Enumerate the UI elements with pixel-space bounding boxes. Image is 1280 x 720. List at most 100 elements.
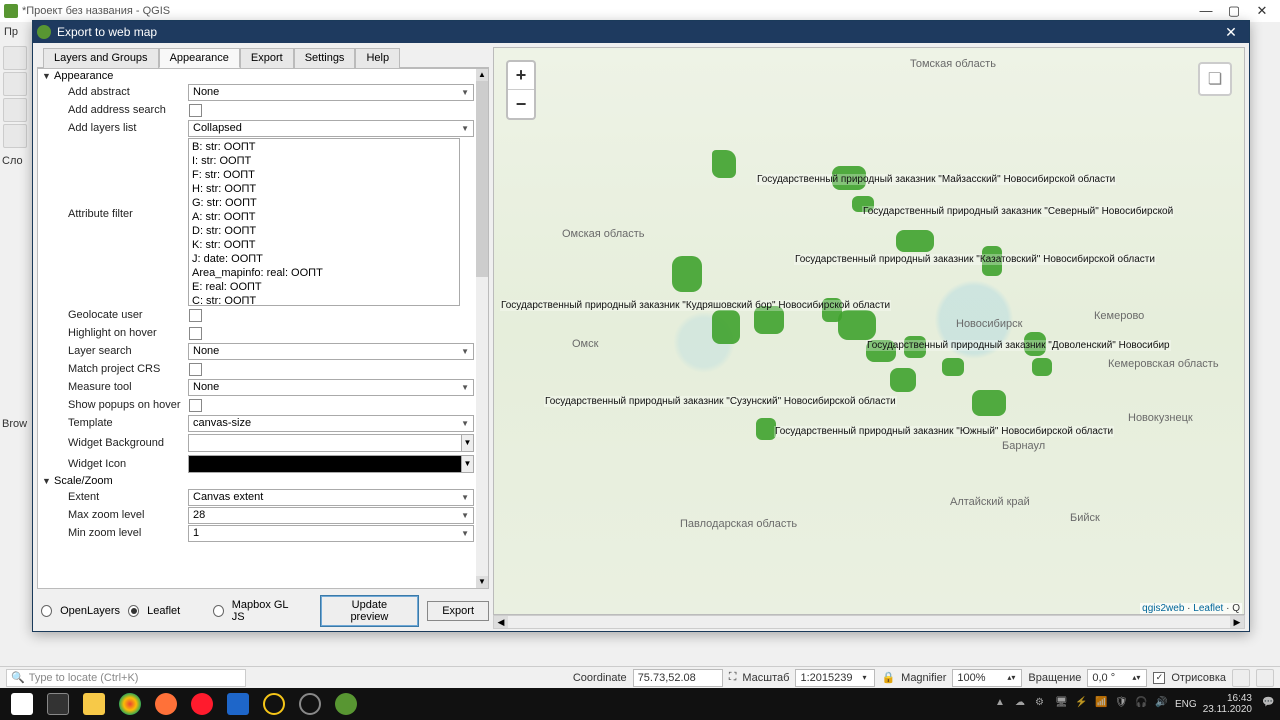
tray-icon[interactable]: 📶 (1095, 697, 1109, 711)
qgis-icon (37, 25, 51, 39)
scroll-down-icon[interactable]: ▼ (476, 576, 488, 588)
crs-button[interactable] (1232, 669, 1250, 687)
tray-icon[interactable]: 🎧 (1135, 697, 1149, 711)
dropdown-measure[interactable]: None▼ (188, 379, 474, 396)
tab-help[interactable]: Help (355, 48, 400, 68)
checkbox-add-address[interactable] (189, 104, 202, 117)
dropdown-template[interactable]: canvas-size▼ (188, 415, 474, 432)
tray-icon[interactable]: 🛡 (1115, 697, 1129, 711)
locator-input[interactable]: 🔍 Type to locate (Ctrl+K) (6, 669, 246, 687)
tab-settings[interactable]: Settings (294, 48, 356, 68)
tray-lang[interactable]: ENG (1175, 699, 1197, 710)
dropdown-add-abstract[interactable]: None▼ (188, 84, 474, 101)
start-button[interactable] (4, 690, 40, 718)
messages-button[interactable] (1256, 669, 1274, 687)
taskbar-app[interactable] (184, 690, 220, 718)
extents-icon[interactable]: ⛶ (729, 671, 737, 684)
list-item[interactable]: C: str: ООПТ (192, 294, 456, 308)
scroll-right-icon[interactable]: ▶ (1230, 616, 1244, 628)
scrollbar-thumb[interactable] (476, 69, 488, 277)
coordinate-field[interactable]: 75.73,52.08 (633, 669, 723, 687)
map-preview[interactable]: Томская область Омская область Омск Ново… (493, 47, 1245, 615)
dropdown-layer-search[interactable]: None▼ (188, 343, 474, 360)
list-item[interactable]: J: date: ООПТ (192, 252, 456, 266)
list-item[interactable]: I: str: ООПТ (192, 154, 456, 168)
list-item[interactable]: K: str: ООПТ (192, 238, 456, 252)
maximize-button[interactable]: ▢ (1220, 3, 1248, 19)
dropdown-min-zoom[interactable]: 1▼ (188, 525, 474, 542)
section-scale[interactable]: ▼ Scale/Zoom (38, 474, 488, 488)
tab-appearance[interactable]: Appearance (159, 48, 240, 68)
zoom-out-button[interactable]: − (508, 90, 534, 118)
lock-icon[interactable]: 🔒 (881, 671, 895, 684)
taskbar-app[interactable] (148, 690, 184, 718)
tool-button[interactable] (3, 98, 27, 122)
scroll-left-icon[interactable]: ◀ (494, 616, 508, 628)
taskbar-app[interactable] (220, 690, 256, 718)
dropdown-layers-list[interactable]: Collapsed▼ (188, 120, 474, 137)
map-feature (712, 150, 736, 178)
tray-icon[interactable]: ⚙ (1035, 697, 1049, 711)
tool-button[interactable] (3, 46, 27, 70)
radio-mapbox[interactable] (213, 605, 224, 617)
scale-field[interactable]: 1:2015239▾ (795, 669, 875, 687)
list-item[interactable]: B: str: ООПТ (192, 140, 456, 154)
tray-icon[interactable]: ☁ (1015, 697, 1029, 711)
list-item[interactable]: Area_mapinfo: real: ООПТ (192, 266, 456, 280)
dialog-titlebar[interactable]: Export to web map ✕ (33, 21, 1249, 43)
taskview-button[interactable] (40, 690, 76, 718)
checkbox-geolocate[interactable] (189, 309, 202, 322)
tray-icon[interactable]: 🔊 (1155, 697, 1169, 711)
list-item[interactable]: H: str: ООПТ (192, 182, 456, 196)
scroll-up-icon[interactable]: ▲ (476, 69, 488, 81)
radio-openlayers[interactable] (41, 605, 52, 617)
color-widget-bg[interactable]: ▼ (188, 434, 474, 452)
checkbox-popups[interactable] (189, 399, 202, 412)
dropdown-extent[interactable]: Canvas extent▼ (188, 489, 474, 506)
attrib-link[interactable]: Leaflet (1193, 603, 1223, 614)
locator-placeholder: Type to locate (Ctrl+K) (29, 672, 139, 684)
close-icon[interactable]: ✕ (1217, 24, 1245, 41)
list-item[interactable]: E: real: ООПТ (192, 280, 456, 294)
menu-item[interactable]: Пр (4, 26, 18, 38)
radio-label: Mapbox GL JS (232, 599, 298, 623)
dropdown-max-zoom[interactable]: 28▼ (188, 507, 474, 524)
attrib-link[interactable]: qgis2web (1142, 603, 1184, 614)
checkbox-highlight[interactable] (189, 327, 202, 340)
tray-icon[interactable]: 🖥 (1055, 697, 1069, 711)
tray-icon[interactable]: ▲ (995, 697, 1009, 711)
list-item[interactable]: G: str: ООПТ (192, 196, 456, 210)
rotation-field[interactable]: 0,0 °▴▾ (1087, 669, 1147, 687)
section-appearance[interactable]: ▼ Appearance (38, 69, 488, 83)
tray-icon[interactable]: ⚡ (1075, 697, 1089, 711)
notifications-icon[interactable]: 💬 (1262, 697, 1276, 711)
map-city-label: Омск (572, 338, 598, 350)
qgis-icon (4, 4, 18, 18)
checkbox-match-crs[interactable] (189, 363, 202, 376)
tab-layers[interactable]: Layers and Groups (43, 48, 159, 68)
taskbar-app[interactable] (112, 690, 148, 718)
radio-leaflet[interactable] (128, 605, 139, 617)
magnifier-field[interactable]: 100%▴▾ (952, 669, 1022, 687)
list-item[interactable]: D: str: ООПТ (192, 224, 456, 238)
close-button[interactable]: ✕ (1248, 3, 1276, 19)
layers-control-icon[interactable]: ❏ (1198, 62, 1232, 96)
minimize-button[interactable]: — (1192, 3, 1220, 19)
color-widget-icon[interactable]: ▼ (188, 455, 474, 473)
list-item[interactable]: F: str: ООПТ (192, 168, 456, 182)
list-item[interactable]: A: str: ООПТ (192, 210, 456, 224)
taskbar-app[interactable] (76, 690, 112, 718)
taskbar-app[interactable] (292, 690, 328, 718)
tray-clock[interactable]: 16:43 23.11.2020 (1203, 693, 1256, 715)
taskbar-app-qgis[interactable] (328, 690, 364, 718)
tool-button[interactable] (3, 124, 27, 148)
horizontal-scrollbar[interactable]: ◀ ▶ (493, 615, 1245, 629)
zoom-in-button[interactable]: + (508, 62, 534, 90)
tool-button[interactable] (3, 72, 27, 96)
attribute-filter-list[interactable]: B: str: ООПТ I: str: ООПТ F: str: ООПТ H… (188, 138, 460, 306)
export-button[interactable]: Export (427, 601, 489, 621)
tab-export[interactable]: Export (240, 48, 294, 68)
taskbar-app[interactable] (256, 690, 292, 718)
update-preview-button[interactable]: Update preview (320, 595, 420, 627)
checkbox-render[interactable]: ✓ (1153, 672, 1165, 684)
